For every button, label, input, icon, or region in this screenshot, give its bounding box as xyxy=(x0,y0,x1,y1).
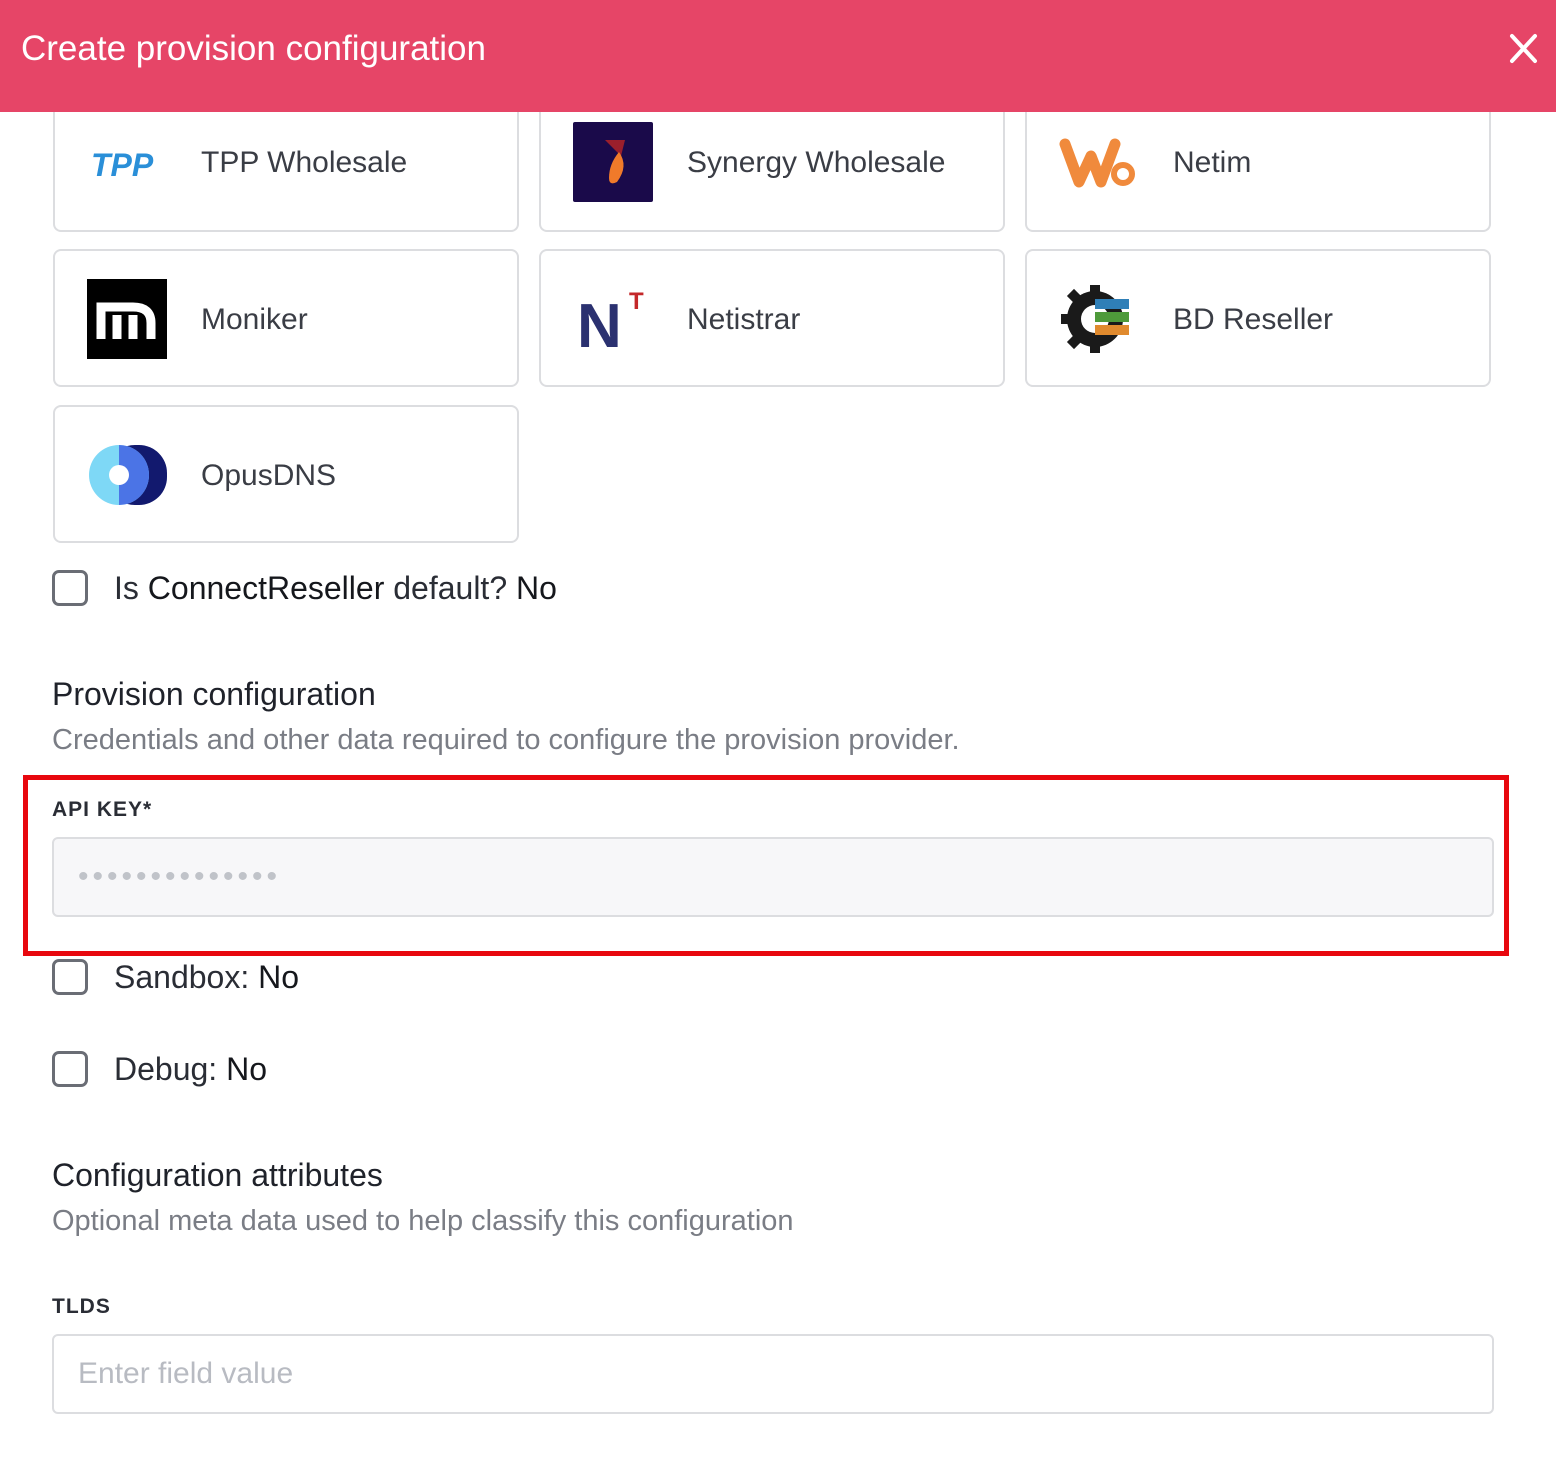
modal-header: Create provision configuration xyxy=(0,0,1556,112)
svg-text:TPP: TPP xyxy=(91,147,154,183)
provider-card-synergy-wholesale[interactable]: Synergy Wholesale xyxy=(539,112,1005,232)
netim-logo-icon xyxy=(1059,138,1135,188)
sandbox-checkbox[interactable] xyxy=(52,959,88,995)
modal-title: Create provision configuration xyxy=(21,29,486,68)
attributes-section-description: Optional meta data used to help classify… xyxy=(52,1205,794,1237)
api-key-label: API KEY* xyxy=(52,798,153,821)
debug-checkbox[interactable] xyxy=(52,1051,88,1087)
provider-name: OpusDNS xyxy=(201,459,337,492)
close-button[interactable] xyxy=(1500,26,1546,72)
sandbox-label: Sandbox: No xyxy=(114,959,300,995)
opusdns-logo-icon xyxy=(89,445,167,505)
provider-card-moniker[interactable]: Moniker xyxy=(53,249,519,387)
tlds-input[interactable] xyxy=(52,1334,1494,1414)
default-checkbox[interactable] xyxy=(52,570,88,606)
bd-reseller-logo-icon xyxy=(1061,285,1129,353)
provider-name: Synergy Wholesale xyxy=(687,146,946,179)
svg-text:T: T xyxy=(629,288,644,315)
provider-card-netim[interactable]: Netim xyxy=(1025,112,1491,232)
provider-name: Netistrar xyxy=(687,303,801,336)
api-key-input[interactable] xyxy=(52,837,1494,917)
provision-section-description: Credentials and other data required to c… xyxy=(52,724,960,756)
provider-card-bd-reseller[interactable]: BD Reseller xyxy=(1025,249,1491,387)
provision-section-title: Provision configuration xyxy=(52,676,376,712)
provider-name: Netim xyxy=(1173,146,1252,179)
close-icon xyxy=(1510,34,1537,63)
tpp-wholesale-logo-icon: TPP xyxy=(91,147,154,183)
attributes-section-title: Configuration attributes xyxy=(52,1157,383,1193)
default-toggle-label: Is ConnectReseller default? No xyxy=(114,570,557,606)
svg-text:N: N xyxy=(577,292,622,359)
provider-card-netistrar[interactable]: N T Netistrar xyxy=(539,249,1005,387)
synergy-wholesale-logo-icon xyxy=(573,122,653,202)
provider-name: BD Reseller xyxy=(1173,303,1334,336)
debug-label: Debug: No xyxy=(114,1051,267,1087)
provider-card-tpp-wholesale[interactable]: TPP TPP Wholesale xyxy=(53,112,519,232)
provider-name: TPP Wholesale xyxy=(201,146,408,179)
tlds-label: TLDS xyxy=(52,1295,111,1318)
provider-name: Moniker xyxy=(201,303,308,336)
netistrar-logo-icon: N T xyxy=(577,288,644,359)
provider-card-opusdns[interactable]: OpusDNS xyxy=(53,405,519,543)
moniker-logo-icon xyxy=(87,279,167,359)
